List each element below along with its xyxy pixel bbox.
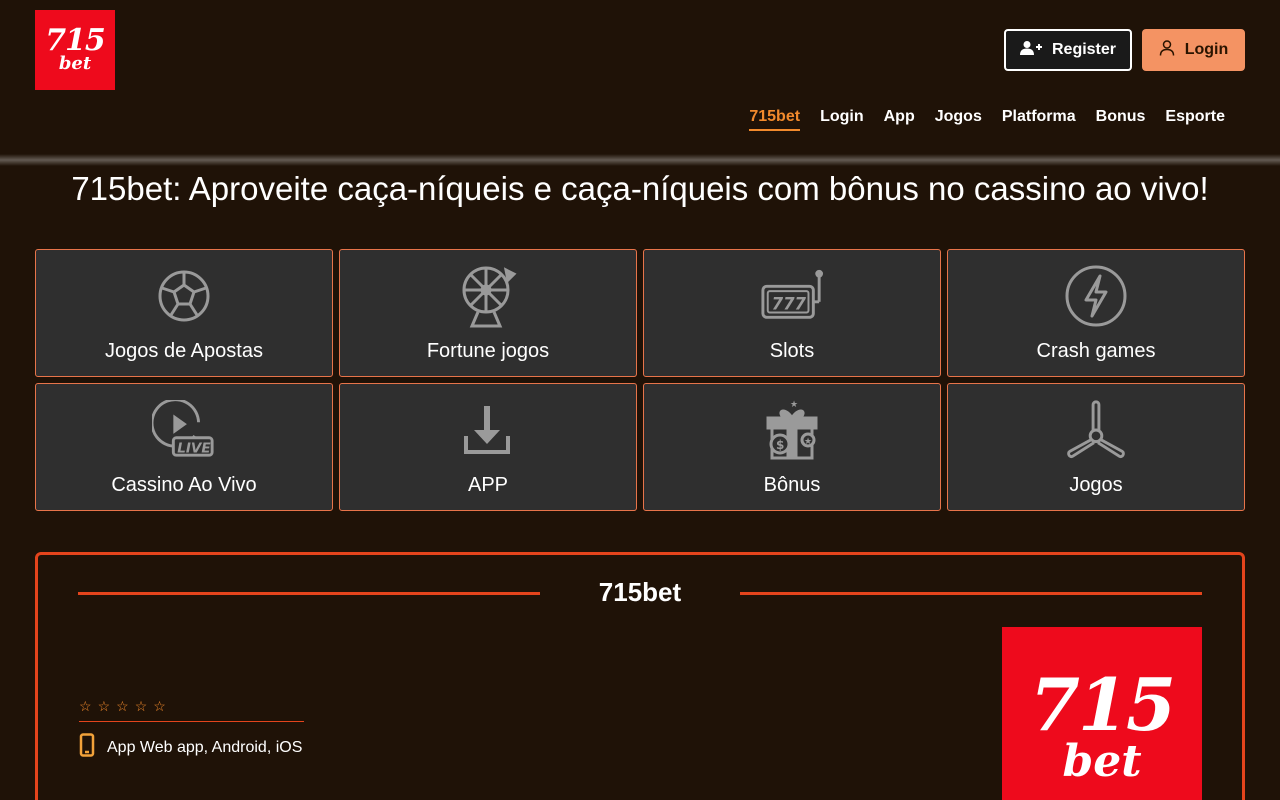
register-button[interactable]: Register [1004,29,1132,71]
login-button[interactable]: Login [1142,29,1245,71]
star-icon[interactable]: ☆ [98,698,111,715]
category-grid: Jogos de Apostas Fortune jogos 777 Slots… [35,249,1245,511]
nav-item-login[interactable]: Login [820,108,864,129]
brand-info-box: 715bet ☆ ☆ ☆ ☆ ☆ App Web app, Android, i… [35,552,1245,800]
page-title: 715bet: Aproveite caça-níqueis e caça-ní… [71,170,1209,207]
logo-text-top: 715 [1029,661,1176,747]
nav-item-jogos[interactable]: Jogos [935,108,982,129]
tile-jogos[interactable]: Jogos [947,383,1245,511]
tile-label: APP [467,474,509,496]
add-user-icon [1019,40,1042,61]
nav-item-app[interactable]: App [884,108,915,129]
tile-cassino-ao-vivo[interactable]: LIVE Cassino Ao Vivo [35,383,333,511]
nav-item-715bet[interactable]: 715bet [749,108,801,131]
svg-text:★: ★ [804,437,812,447]
site-logo[interactable]: 715 bet [35,10,115,90]
nav-item-bonus[interactable]: Bonus [1096,108,1146,129]
smartphone-icon [79,733,95,762]
stars-divider [79,721,304,722]
tile-label: Fortune jogos [426,340,550,362]
gift-icon: $ ★ ★ [760,398,824,462]
star-icon[interactable]: ☆ [135,698,148,715]
svg-text:LIVE: LIVE [177,440,211,456]
svg-text:$: $ [776,438,784,452]
logo-text-top: 715 [45,23,106,59]
svg-text:★: ★ [790,400,798,410]
header-divider [0,154,1280,166]
download-icon [456,398,520,462]
register-label: Register [1051,41,1117,58]
app-platforms-text: App Web app, Android, iOS [107,738,303,756]
app-platforms: App Web app, Android, iOS [79,733,302,762]
login-label: Login [1184,41,1229,58]
svg-text:777: 777 [772,295,807,314]
tile-bonus[interactable]: $ ★ ★ Bônus [643,383,941,511]
star-icon[interactable]: ☆ [153,698,166,715]
nav-item-esporte[interactable]: Esporte [1165,108,1225,129]
tile-label: Slots [769,340,815,362]
tile-label: Bônus [763,474,821,496]
nav-item-platforma[interactable]: Platforma [1002,108,1076,129]
tile-label: Jogos de Apostas [105,340,263,362]
tile-label: Jogos [1069,474,1123,496]
fortune-wheel-icon [456,264,520,328]
tile-fortune-jogos[interactable]: Fortune jogos [339,249,637,377]
user-icon [1159,39,1175,61]
tile-jogos-de-apostas[interactable]: Jogos de Apostas [35,249,333,377]
tile-app[interactable]: APP [339,383,637,511]
tile-crash-games[interactable]: Crash games [947,249,1245,377]
logo-text-bottom: bet [1062,735,1142,787]
tile-label: Cassino Ao Vivo [111,474,257,496]
tile-label: Crash games [1036,340,1156,362]
brand-logo-large: 715 bet [1002,627,1202,800]
live-play-icon: LIVE [152,398,216,462]
header: 715 bet Register Login 715bet Login App … [0,0,1280,160]
star-icon[interactable]: ☆ [79,698,92,715]
info-title: 715bet [598,577,682,607]
slot-machine-icon: 777 [760,264,824,328]
propeller-icon [1064,398,1128,462]
tile-slots[interactable]: 777 Slots [643,249,941,377]
logo-text-bottom: bet [58,53,92,75]
soccer-ball-icon [152,264,216,328]
rating-stars[interactable]: ☆ ☆ ☆ ☆ ☆ [79,698,166,715]
lightning-icon [1064,264,1128,328]
star-icon[interactable]: ☆ [116,698,129,715]
main-nav: 715bet Login App Jogos Platforma Bonus E… [749,108,1225,132]
